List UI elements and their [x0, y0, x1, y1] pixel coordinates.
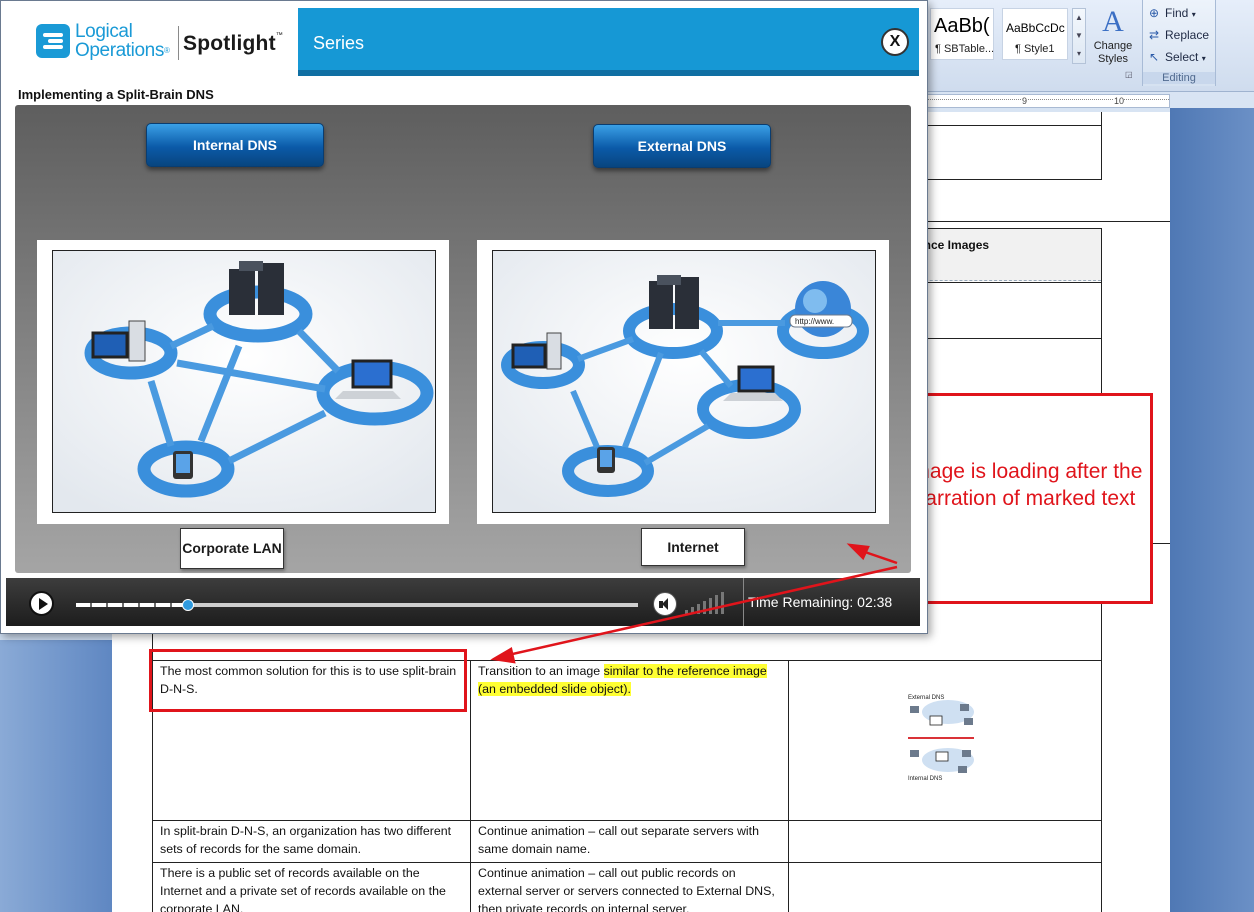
volume-level[interactable]	[685, 592, 729, 614]
time-divider	[743, 578, 744, 626]
table-border	[152, 862, 1102, 863]
change-styles-label: Change Styles	[1093, 40, 1133, 65]
table-border	[788, 660, 789, 912]
chevron-down-icon: ▾	[1201, 54, 1206, 63]
binoculars-icon: ⊕	[1149, 6, 1160, 20]
annotation-text: Image is loading after the narration of …	[906, 460, 1143, 510]
logo-mark-icon	[36, 24, 70, 58]
playback-controls: Time Remaining: 02:38	[6, 578, 920, 626]
change-styles-icon: A	[1102, 5, 1124, 38]
dialog-launcher-icon[interactable]: ◲	[1125, 70, 1133, 79]
select-button[interactable]: ↖ Select ▾	[1149, 50, 1206, 64]
slide-canvas: Internal DNS External DNS http://www. Co…	[15, 105, 911, 573]
product-name: Spotlight	[183, 32, 276, 55]
direction-cell-3[interactable]: Continue animation – call out public rec…	[478, 864, 783, 912]
scroll-down-icon[interactable]: ▼	[1073, 27, 1085, 45]
style-name: ¶ SBTable...	[935, 43, 995, 55]
annotation-callout: Image is loading after the narration of …	[896, 393, 1153, 604]
scroll-up-icon[interactable]: ▲	[1073, 9, 1085, 27]
reference-images-header-cell: ence Images	[905, 229, 1101, 281]
table-border	[925, 125, 1102, 126]
logo-divider	[178, 26, 179, 60]
narration-cell-2[interactable]: In split-brain D-N-S, an organization ha…	[160, 822, 460, 858]
spotlight-logo: Spotlight™	[183, 32, 283, 56]
direction-text: Transition to an image	[478, 664, 604, 678]
marked-text-highlight-box	[149, 649, 467, 712]
logo-line2: Operations	[75, 40, 164, 61]
document-background-left	[0, 640, 112, 912]
style-name: ¶ Style1	[1015, 43, 1055, 55]
narration-cell-3[interactable]: There is a public set of records availab…	[160, 864, 465, 912]
cursor-icon: ↖	[1149, 50, 1160, 64]
document-background-right	[1170, 108, 1254, 912]
close-button[interactable]: X	[881, 28, 909, 56]
style-gallery-item-sbtable[interactable]: AaBb( ¶ SBTable...	[930, 8, 994, 60]
logo-text: Logical Operations®	[75, 21, 170, 61]
internet-image-card: http://www.	[477, 240, 889, 524]
internal-dns-button[interactable]: Internal DNS	[146, 123, 324, 167]
replace-button[interactable]: ⇄ Replace	[1149, 28, 1209, 42]
player-header: Logical Operations® Spotlight™ Series	[7, 8, 919, 78]
editing-group: ⊕ Find ▾ ⇄ Replace ↖ Select ▾ Editing	[1142, 0, 1216, 86]
table-border	[152, 820, 1102, 821]
reference-image-thumbnail[interactable]: External DNS Internal DNS	[898, 690, 982, 790]
more-styles-icon[interactable]: ▾	[1073, 45, 1085, 63]
table-border	[1101, 229, 1102, 282]
time-remaining: Time Remaining: 02:38	[748, 594, 893, 610]
product-trademark: ™	[275, 32, 283, 39]
logical-operations-logo: Logical Operations® Spotlight™	[7, 8, 292, 76]
table-border	[1101, 604, 1102, 912]
style-sample: AaBbCcDc	[1006, 21, 1065, 35]
seek-bar-played	[76, 603, 189, 607]
thumbnail-internal-dns-label: Internal DNS	[908, 776, 942, 782]
style-sample: AaBb(	[934, 15, 990, 37]
table-border	[925, 338, 1102, 339]
find-label: Find	[1165, 6, 1189, 20]
corporate-lan-network-image	[52, 250, 436, 513]
play-icon[interactable]	[29, 591, 54, 616]
seek-bar[interactable]	[76, 599, 638, 611]
replace-label: Replace	[1165, 28, 1210, 42]
table-border	[925, 179, 1102, 180]
editing-group-label: Editing	[1143, 72, 1215, 84]
table-border	[470, 660, 471, 912]
direction-cell-2[interactable]: Continue animation – call out separate s…	[478, 822, 778, 858]
logo-trademark: ®	[163, 46, 170, 55]
corporate-lan-label: Corporate LAN	[180, 528, 284, 569]
www-tag: http://www.	[795, 317, 834, 326]
logo-line1: Logical	[75, 21, 133, 42]
slide-title: Implementing a Split-Brain DNS	[18, 87, 214, 102]
spotlight-player-window[interactable]: Logical Operations® Spotlight™ Series X …	[0, 0, 928, 634]
direction-cell-1[interactable]: Transition to an image similar to the re…	[478, 662, 778, 698]
series-label: Series	[313, 33, 365, 53]
style-gallery-item-style1[interactable]: AaBbCcDc ¶ Style1	[1002, 8, 1068, 60]
find-button[interactable]: ⊕ Find ▾	[1149, 6, 1196, 20]
external-dns-button[interactable]: External DNS	[593, 124, 771, 168]
style-gallery-scroller[interactable]: ▲ ▼ ▾	[1072, 8, 1086, 64]
change-styles-button[interactable]: A Change Styles	[1090, 4, 1136, 70]
volume-icon[interactable]	[653, 592, 677, 616]
internet-network-image: http://www.	[492, 250, 876, 513]
corporate-lan-image-card	[37, 240, 449, 524]
ruler-mark-10: 10	[1114, 95, 1125, 107]
table-border	[1101, 112, 1102, 180]
table-border	[925, 228, 1102, 229]
table-border	[925, 282, 1102, 283]
horizontal-ruler[interactable]: 9 10	[925, 94, 1170, 108]
replace-icon: ⇄	[1149, 28, 1160, 42]
ruler-ticks	[926, 99, 1169, 101]
select-label: Select	[1165, 50, 1199, 64]
ruler-mark-9: 9	[1022, 95, 1028, 107]
seek-handle[interactable]	[182, 599, 195, 611]
table-border	[925, 221, 1170, 222]
thumbnail-external-dns-label: External DNS	[908, 695, 944, 701]
internet-label: Internet	[641, 528, 745, 566]
series-title-bar: Series	[298, 8, 919, 76]
chevron-down-icon: ▾	[1191, 10, 1196, 19]
